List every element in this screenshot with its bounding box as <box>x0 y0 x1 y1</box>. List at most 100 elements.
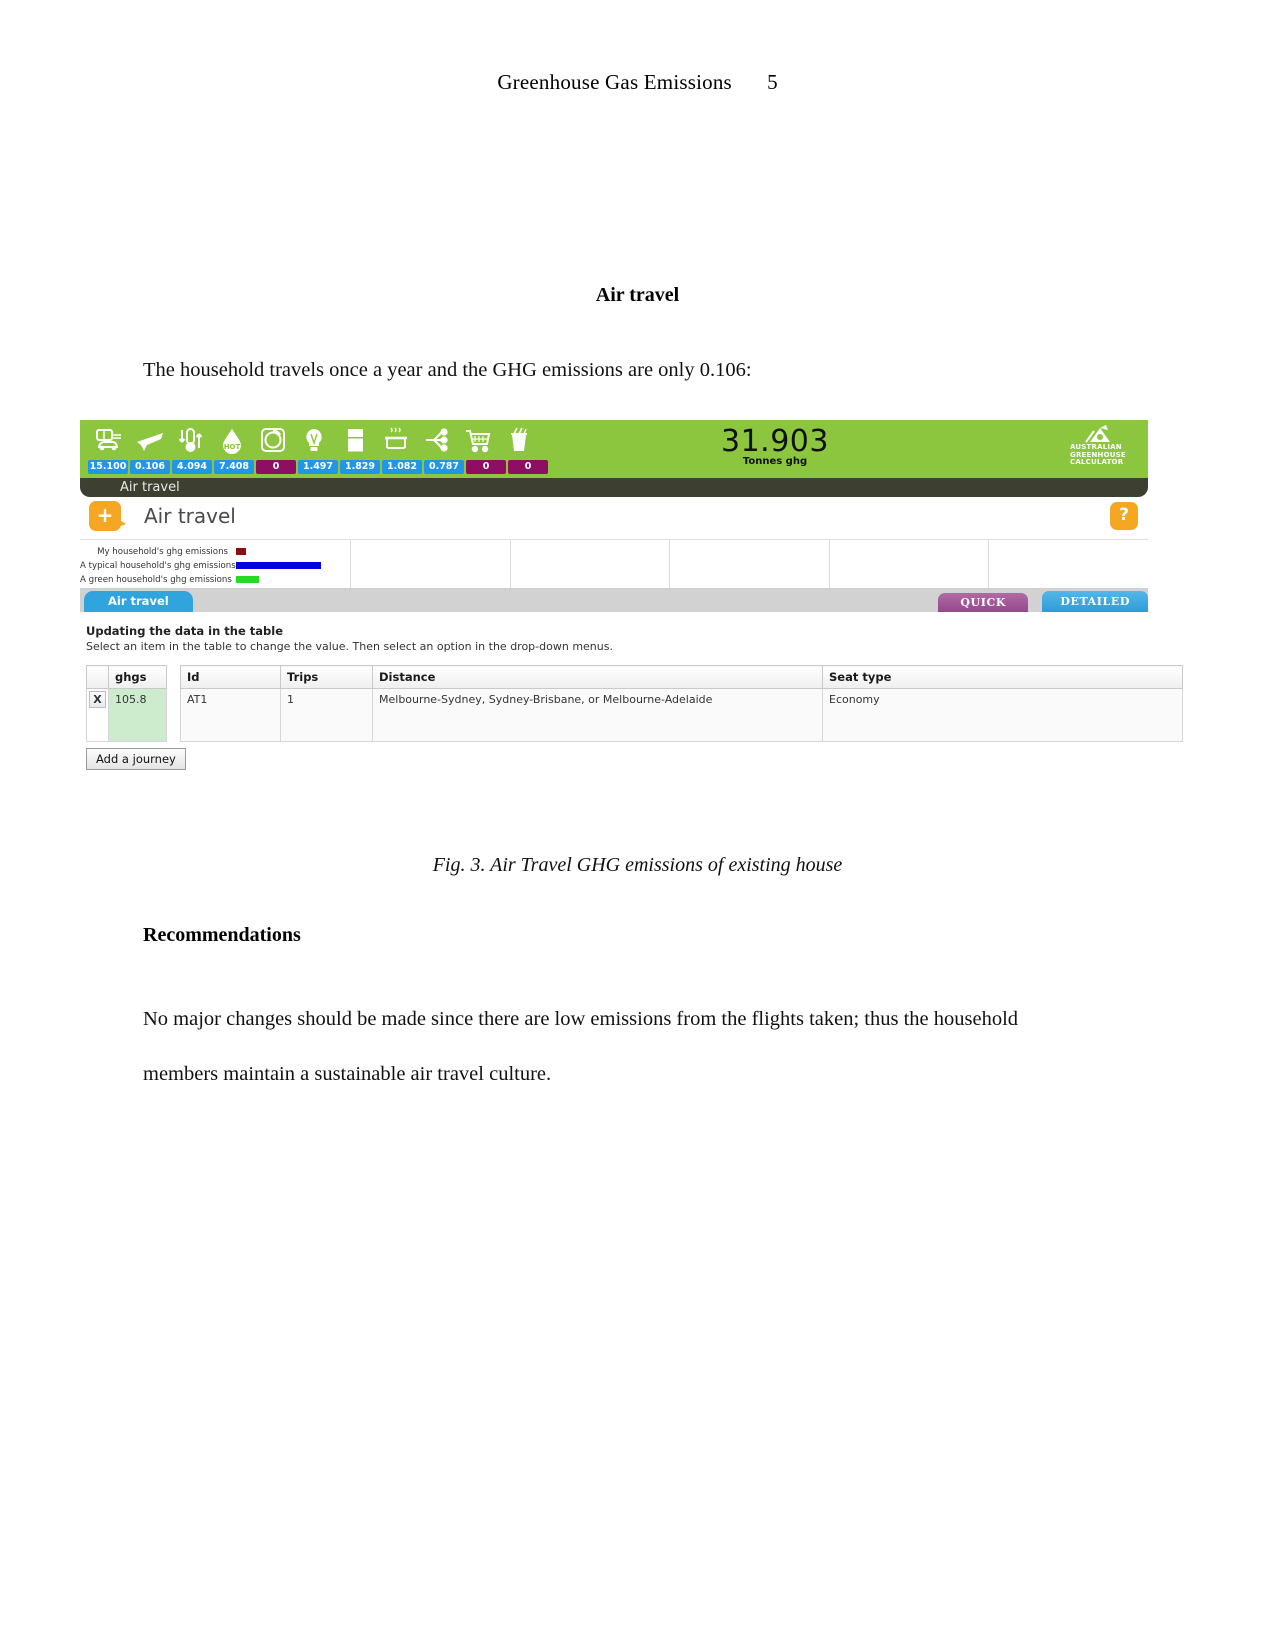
legend-label-typical-household: A typical household's ghg emissions <box>80 560 236 571</box>
expand-add-button[interactable]: + <box>89 501 126 531</box>
panel-title: Air travel <box>144 504 236 528</box>
total-unit: Tonnes ghg <box>742 456 808 467</box>
tab-air-travel[interactable]: Air travel <box>84 591 193 612</box>
table-header-row: ghgs Id Trips Distance Seat type <box>86 665 1183 689</box>
cell-remove[interactable]: X <box>86 688 109 742</box>
value-car: 15.100 <box>88 460 128 474</box>
logo-line-3: CALCULATOR <box>1070 458 1124 466</box>
cell-distance[interactable]: Melbourne-Sydney, Sydney-Brisbane, or Me… <box>372 688 823 742</box>
car-icon <box>88 422 129 458</box>
gridline <box>669 540 829 588</box>
th-trips: Trips <box>280 665 373 689</box>
th-ghgs: ghgs <box>108 665 167 689</box>
breadcrumb-strip: Air travel <box>80 478 1148 497</box>
cell-id[interactable]: AT1 <box>180 688 281 742</box>
cooking-icon <box>375 422 416 458</box>
value-fridge: 1.829 <box>340 460 380 474</box>
washing-machine-icon <box>252 422 293 458</box>
recommendations-heading: Recommendations <box>143 924 301 946</box>
calculator-screenshot: HOT 15.100 0.106 4.094 7.408 0 1.497 1.8… <box>80 420 1183 770</box>
emissions-summary-bar: HOT 15.100 0.106 4.094 7.408 0 1.497 1.8… <box>80 420 1148 478</box>
logo-mark-icon <box>1070 424 1144 444</box>
legend-item-typical-household: A typical household's ghg emissions <box>80 559 350 572</box>
chart-legend: My household's ghg emissions A typical h… <box>80 545 350 587</box>
hot-water-icon: HOT <box>211 422 252 458</box>
category-hot-water[interactable]: HOT <box>211 422 252 458</box>
cell-trips[interactable]: 1 <box>280 688 373 742</box>
category-cooking[interactable] <box>375 422 416 458</box>
plane-icon <box>129 422 170 458</box>
cell-ghgs[interactable]: 105.8 <box>108 688 167 742</box>
tab-quick[interactable]: QUICK <box>938 593 1028 612</box>
category-shopping[interactable] <box>457 422 498 458</box>
total-value: 31.903 <box>721 424 829 459</box>
value-cooking: 1.082 <box>382 460 422 474</box>
th-distance: Distance <box>372 665 823 689</box>
legend-label-my-household: My household's ghg emissions <box>97 546 228 557</box>
running-header-title: Greenhouse Gas Emissions <box>497 70 732 94</box>
legend-item-my-household: My household's ghg emissions <box>80 545 350 558</box>
th-spacer <box>166 665 181 689</box>
value-washing: 0 <box>256 460 296 474</box>
page-number: 5 <box>767 70 778 94</box>
gridline <box>350 540 510 588</box>
table-instructions: Updating the data in the table Select an… <box>80 612 1148 661</box>
waste-bin-icon <box>498 422 539 458</box>
value-shopping: 0 <box>466 460 506 474</box>
category-appliances[interactable] <box>416 422 457 458</box>
journeys-table-wrapper: ghgs Id Trips Distance Seat type X 105.8… <box>86 665 1183 742</box>
category-air-travel[interactable] <box>129 422 170 458</box>
category-heating-cooling[interactable] <box>170 422 211 458</box>
chart-gridlines <box>350 540 1148 588</box>
category-icon-row: HOT <box>88 422 539 458</box>
th-id: Id <box>180 665 281 689</box>
breadcrumb[interactable]: Air travel <box>120 480 180 495</box>
value-heating-cooling: 4.094 <box>172 460 212 474</box>
category-washing[interactable] <box>252 422 293 458</box>
cell-seat-type[interactable]: Economy <box>822 688 1183 742</box>
legend-bar-my-household <box>236 548 246 555</box>
value-lighting: 1.497 <box>298 460 338 474</box>
legend-bar-typical-household <box>236 562 321 569</box>
recommendations-paragraph: No major changes should be made since th… <box>143 1008 1019 1085</box>
instructions-title: Updating the data in the table <box>86 624 284 638</box>
gridline <box>988 540 1148 588</box>
category-fridge[interactable] <box>334 422 375 458</box>
thermometer-icon <box>170 422 211 458</box>
category-lighting[interactable] <box>293 422 334 458</box>
journeys-table: ghgs Id Trips Distance Seat type X 105.8… <box>86 665 1183 742</box>
gridline <box>509 540 670 588</box>
remove-row-button[interactable]: X <box>89 691 106 708</box>
tab-bar: Air travel QUICK DETAILED <box>80 589 1148 612</box>
category-car[interactable] <box>88 422 129 458</box>
legend-item-green-household: A green household's ghg emissions <box>80 573 350 586</box>
legend-label-green-household: A green household's ghg emissions <box>80 574 232 585</box>
th-remove <box>86 665 109 689</box>
brand-logo: AUSTRALIAN GREENHOUSE CALCULATOR <box>1070 424 1144 467</box>
gridline <box>828 540 989 588</box>
help-button[interactable]: ? <box>1110 502 1138 530</box>
value-appliances: 0.787 <box>424 460 464 474</box>
shopping-trolley-icon <box>457 422 498 458</box>
section-heading: Air travel <box>595 284 680 306</box>
category-waste[interactable] <box>498 422 539 458</box>
cell-spacer <box>166 688 181 742</box>
legend-bar-green-household <box>236 576 259 583</box>
svg-text:HOT: HOT <box>223 443 240 451</box>
value-hot-water: 7.408 <box>214 460 254 474</box>
value-waste: 0 <box>508 460 548 474</box>
comparison-chart: My household's ghg emissions A typical h… <box>80 540 1148 589</box>
appliances-plug-icon <box>416 422 457 458</box>
total-emissions: 31.903 Tonnes ghg <box>690 424 860 468</box>
th-seat-type: Seat type <box>822 665 1183 689</box>
section-panel-header: + Air travel ? <box>80 497 1148 540</box>
tab-detailed[interactable]: DETAILED <box>1042 591 1148 612</box>
category-value-row: 15.100 0.106 4.094 7.408 0 1.497 1.829 1… <box>88 460 548 474</box>
value-air-travel: 0.106 <box>130 460 170 474</box>
instructions-subtitle: Select an item in the table to change th… <box>86 640 613 653</box>
lightbulb-icon <box>293 422 334 458</box>
table-row[interactable]: X 105.8 AT1 1 Melbourne-Sydney, Sydney-B… <box>86 688 1183 742</box>
add-journey-button[interactable]: Add a journey <box>86 748 186 770</box>
page-running-header: Greenhouse Gas Emissions 5 <box>0 70 1275 95</box>
figure-caption: Fig. 3. Air Travel GHG emissions of exis… <box>432 854 843 876</box>
